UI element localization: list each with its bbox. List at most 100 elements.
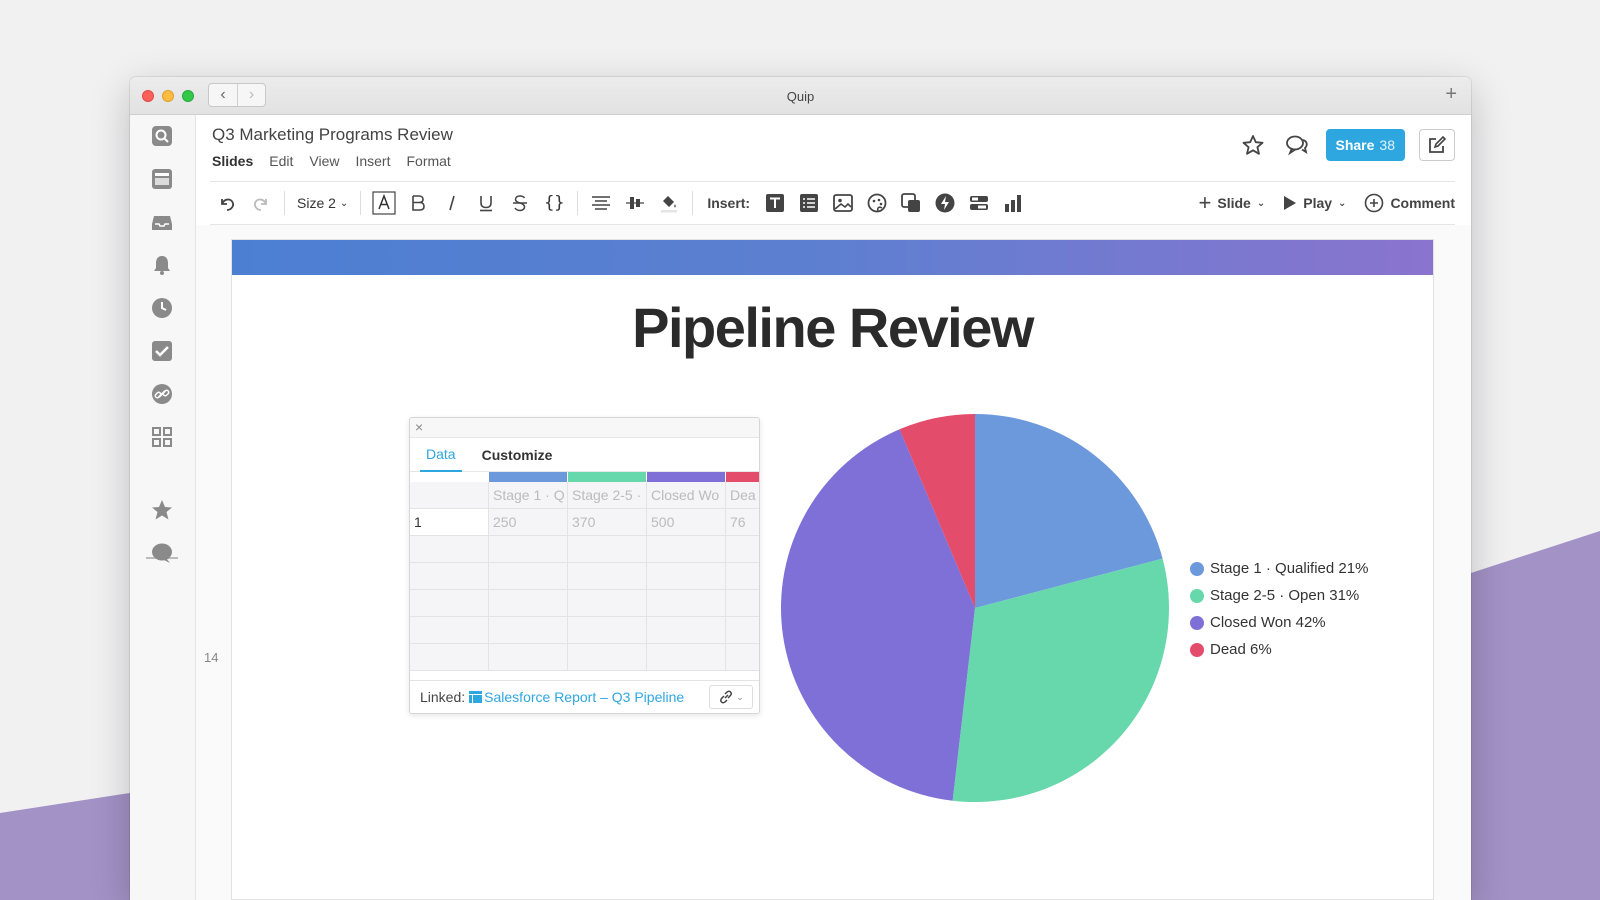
play-button[interactable]: Play ⌄ <box>1283 195 1346 211</box>
data-cell[interactable]: 370 <box>568 509 647 535</box>
column-header[interactable]: Stage 2-5 · <box>568 482 647 508</box>
empty-cell[interactable] <box>647 536 726 562</box>
slide[interactable]: Pipeline Review × Data Customize Stage 1… <box>231 239 1434 900</box>
tab-data[interactable]: Data <box>420 438 462 472</box>
data-cell[interactable]: 250 <box>489 509 568 535</box>
document-title[interactable]: Q3 Marketing Programs Review <box>212 125 453 145</box>
text-style-icon[interactable] <box>367 189 401 217</box>
table-row <box>410 536 759 563</box>
column-header[interactable]: Stage 1 · Q <box>489 482 568 508</box>
legend-item[interactable]: Stage 2-5 · Open 31% <box>1190 582 1368 609</box>
empty-cell[interactable] <box>489 590 568 616</box>
empty-cell[interactable] <box>568 590 647 616</box>
row-header-empty[interactable] <box>410 482 489 508</box>
font-size-dropdown[interactable]: Size 2 ⌄ <box>291 189 354 217</box>
redo-icon[interactable] <box>244 189 278 217</box>
grid-apps-icon[interactable] <box>151 426 173 448</box>
empty-cell[interactable] <box>647 644 726 670</box>
empty-cell[interactable] <box>568 644 647 670</box>
empty-cell[interactable] <box>410 563 489 589</box>
link-icon[interactable] <box>151 383 173 405</box>
insert-list-icon[interactable] <box>792 189 826 217</box>
close-icon[interactable]: × <box>415 419 423 435</box>
column-header[interactable]: Dea <box>726 482 759 508</box>
linked-source-link[interactable]: Salesforce Report – Q3 Pipeline <box>469 689 684 705</box>
empty-cell[interactable] <box>489 644 568 670</box>
insert-chart-icon[interactable] <box>996 189 1030 217</box>
header-actions: Share 38 <box>1238 129 1455 161</box>
legend-swatch <box>1190 615 1204 630</box>
toolbar-separator <box>692 191 694 215</box>
fill-color-icon[interactable] <box>652 189 686 217</box>
undo-icon[interactable] <box>210 189 244 217</box>
empty-cell[interactable] <box>568 617 647 643</box>
favorite-star-icon[interactable] <box>1238 130 1268 160</box>
documents-icon[interactable] <box>151 168 173 190</box>
empty-cell[interactable] <box>726 563 759 589</box>
pie-chart[interactable] <box>780 413 1170 808</box>
share-button[interactable]: Share 38 <box>1325 129 1405 161</box>
bold-icon[interactable] <box>401 189 435 217</box>
chart-legend: Stage 1 · Qualified 21% Stage 2-5 · Open … <box>1190 555 1368 663</box>
column-header[interactable]: Closed Wo <box>647 482 726 508</box>
checkbox-icon[interactable] <box>151 340 173 362</box>
empty-cell[interactable] <box>489 536 568 562</box>
empty-cell[interactable] <box>726 590 759 616</box>
underline-icon[interactable] <box>469 189 503 217</box>
menu-view[interactable]: View <box>309 153 339 169</box>
slide-title[interactable]: Pipeline Review <box>232 295 1433 360</box>
empty-cell[interactable] <box>410 536 489 562</box>
clock-icon[interactable] <box>151 297 173 319</box>
add-slide-button[interactable]: + Slide ⌄ <box>1199 190 1266 216</box>
insert-sticker-icon[interactable] <box>860 189 894 217</box>
search-icon[interactable] <box>151 125 173 147</box>
menu-slides[interactable]: Slides <box>212 153 253 169</box>
empty-cell[interactable] <box>726 644 759 670</box>
legend-item[interactable]: Closed Won 42% <box>1190 609 1368 636</box>
italic-icon[interactable] <box>435 189 469 217</box>
conversation-icon[interactable] <box>1282 130 1312 160</box>
empty-cell[interactable] <box>726 617 759 643</box>
new-tab-plus-icon[interactable]: + <box>1445 83 1457 106</box>
chart-data-panel: × Data Customize Stage 1 · Q Stage 2-5 ·… <box>409 417 760 714</box>
menu-edit[interactable]: Edit <box>269 153 293 169</box>
link-options-button[interactable]: ⌄ <box>709 685 753 709</box>
plus-icon: + <box>1198 190 1212 215</box>
strikethrough-icon[interactable] <box>503 189 537 217</box>
empty-cell[interactable] <box>410 644 489 670</box>
empty-cell[interactable] <box>489 617 568 643</box>
insert-live-app-icon[interactable] <box>928 189 962 217</box>
legend-item[interactable]: Stage 1 · Qualified 21% <box>1190 555 1368 582</box>
row-index[interactable]: 1 <box>410 509 489 535</box>
insert-table-icon[interactable] <box>962 189 996 217</box>
empty-cell[interactable] <box>410 590 489 616</box>
data-cell[interactable]: 76 <box>726 509 759 535</box>
empty-cell[interactable] <box>647 563 726 589</box>
insert-image-icon[interactable] <box>826 189 860 217</box>
sidebar <box>130 115 196 900</box>
legend-item[interactable]: Dead 6% <box>1190 636 1368 663</box>
empty-cell[interactable] <box>410 617 489 643</box>
menu-format[interactable]: Format <box>406 153 450 169</box>
code-braces-icon[interactable]: {} <box>537 189 571 217</box>
empty-cell[interactable] <box>647 590 726 616</box>
compose-button[interactable] <box>1419 129 1455 161</box>
empty-cell[interactable] <box>568 563 647 589</box>
empty-cell[interactable] <box>489 563 568 589</box>
menu-insert[interactable]: Insert <box>355 153 390 169</box>
empty-cell[interactable] <box>568 536 647 562</box>
star-icon[interactable] <box>151 499 173 521</box>
data-cell[interactable]: 500 <box>647 509 726 535</box>
empty-cell[interactable] <box>647 617 726 643</box>
comment-button[interactable]: Comment <box>1364 193 1455 213</box>
bell-icon[interactable] <box>151 254 173 276</box>
insert-shape-icon[interactable] <box>894 189 928 217</box>
insert-text-icon[interactable] <box>758 189 792 217</box>
empty-cell[interactable] <box>726 536 759 562</box>
align-center-icon[interactable] <box>584 189 618 217</box>
vertical-align-icon[interactable] <box>618 189 652 217</box>
inbox-icon[interactable] <box>151 211 173 233</box>
chat-icon[interactable] <box>151 542 173 564</box>
tab-customize[interactable]: Customize <box>476 438 559 472</box>
legend-swatch <box>1190 588 1204 603</box>
